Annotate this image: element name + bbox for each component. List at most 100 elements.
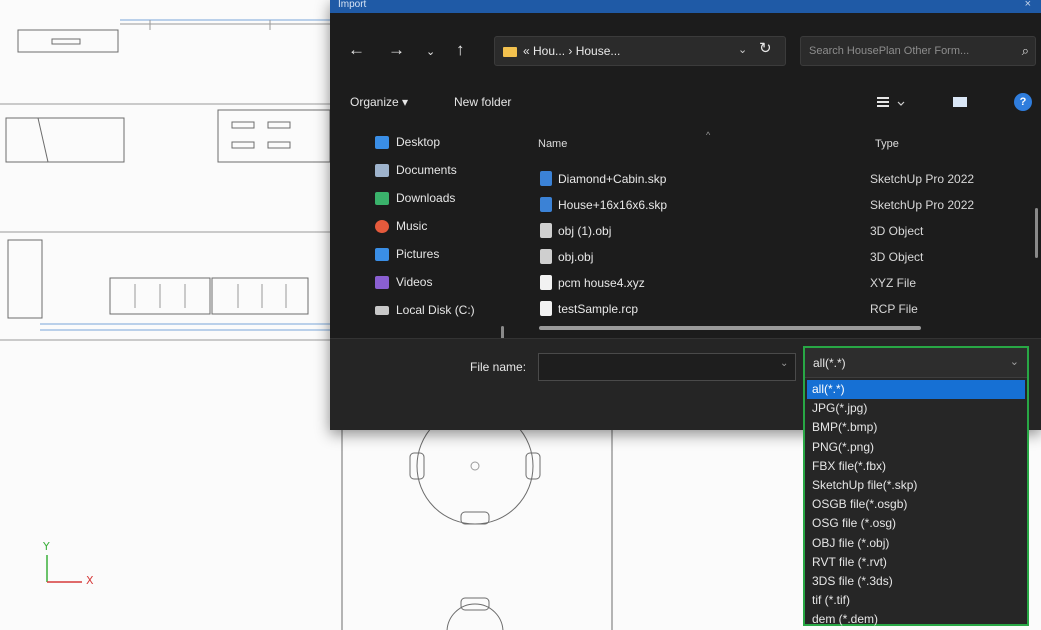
nav-item-local-disk[interactable]: Local Disk (C:) [375, 300, 475, 320]
videos-icon [375, 275, 389, 289]
close-icon[interactable]: × [1025, 0, 1031, 10]
file-type: XYZ File [870, 276, 917, 290]
nav-item-desktop[interactable]: Desktop [375, 132, 440, 152]
axis-y-label: Y [43, 540, 50, 553]
file-type-option[interactable]: FBX file(*.fbx) [807, 457, 1025, 476]
help-icon[interactable]: ? [1014, 93, 1032, 111]
cad-table-center [470, 461, 480, 471]
up-arrow-icon[interactable]: ↑ [456, 40, 465, 60]
file-type-selected-value: all(*.*) [813, 356, 846, 370]
file-row[interactable]: testSample.rcp RCP File [520, 298, 1041, 320]
nav-item-documents[interactable]: Documents [375, 160, 457, 180]
sketchup-file-icon [540, 171, 552, 186]
sketchup-file-icon [540, 197, 552, 212]
command-toolbar: Organize ▾ New folder ? [330, 90, 1041, 118]
vertical-scrollbar[interactable] [1035, 208, 1038, 258]
nav-item-label: Videos [396, 275, 433, 289]
file-type-option[interactable]: BMP(*.bmp) [807, 418, 1025, 437]
navigation-pane: Desktop Documents Downloads Music Pictur… [330, 130, 515, 364]
file-name: Diamond+Cabin.skp [558, 172, 667, 186]
file-name: obj (1).obj [558, 224, 612, 238]
address-bar: ← → ⌄ ↑ « Hou... › House... ⌄ ↻ ⌕ [330, 30, 1041, 70]
nav-item-downloads[interactable]: Downloads [375, 188, 455, 208]
cad-stove [217, 109, 331, 163]
nav-item-music[interactable]: Music [375, 216, 427, 236]
new-folder-button[interactable]: New folder [454, 95, 511, 109]
cad-counter-left [5, 117, 125, 163]
chevron-down-icon[interactable]: ⌄ [738, 43, 747, 56]
nav-item-label: Documents [396, 163, 457, 177]
file-type-option[interactable]: OSG file (*.osg) [807, 514, 1025, 533]
chevron-down-icon[interactable]: ⌄ [780, 358, 788, 369]
dialog-titlebar[interactable]: Import × [330, 0, 1041, 13]
cad-burner [231, 121, 255, 129]
cad-round-table-2 [446, 603, 504, 630]
file-row[interactable]: Diamond+Cabin.skp SketchUp Pro 2022 [520, 168, 1041, 190]
file-type: SketchUp Pro 2022 [870, 172, 975, 186]
nav-item-label: Desktop [396, 135, 441, 149]
music-icon [375, 219, 389, 233]
file-type-option[interactable]: JPG(*.jpg) [807, 399, 1025, 418]
pictures-icon [375, 247, 389, 261]
file-type: RCP File [870, 302, 918, 316]
file-type-option[interactable]: PNG(*.png) [807, 438, 1025, 457]
path-breadcrumb[interactable]: « Hou... › House... ⌄ [494, 36, 786, 66]
breadcrumb-path: « Hou... › House... [523, 44, 621, 58]
cad-burner [267, 141, 291, 149]
nav-item-videos[interactable]: Videos [375, 272, 432, 292]
chevron-down-icon[interactable]: ⌄ [1010, 355, 1019, 368]
file-type: 3D Object [870, 224, 924, 238]
cad-door-swing [37, 117, 49, 163]
file-name-label: File name: [470, 360, 527, 374]
file-type-option[interactable]: SketchUp file(*.skp) [807, 476, 1025, 495]
back-arrow-icon[interactable]: ← [348, 40, 365, 60]
nav-item-label: Music [396, 219, 428, 233]
dialog-title: Import [338, 0, 367, 10]
column-header-name[interactable]: Name [538, 138, 567, 150]
file-name: pcm house4.xyz [558, 276, 645, 290]
file-type-select[interactable]: all(*.*) ⌄ [805, 348, 1027, 378]
organize-button[interactable]: Organize ▾ [350, 95, 408, 109]
file-type-option[interactable]: RVT file (*.rvt) [807, 553, 1025, 572]
downloads-icon [375, 191, 389, 205]
file-type-option[interactable]: all(*.*) [807, 380, 1025, 400]
forward-arrow-icon[interactable]: → [388, 40, 405, 60]
search-box[interactable]: ⌕ [800, 36, 1036, 66]
file-name: testSample.rcp [558, 302, 639, 316]
file-list: ^ Name Type Diamond+Cabin.skp SketchUp P… [520, 130, 1041, 338]
cad-burner [231, 141, 255, 149]
file-type-option[interactable]: dem (*.dem) [807, 610, 1025, 629]
file-type-options: all(*.*) JPG(*.jpg) BMP(*.bmp) PNG(*.png… [807, 380, 1025, 629]
file-type-option[interactable]: tif (*.tif) [807, 591, 1025, 610]
file-name-input[interactable] [538, 353, 796, 381]
recent-chevron-icon[interactable]: ⌄ [426, 42, 435, 62]
axis-x-label: X [86, 574, 94, 587]
view-options-icon[interactable] [876, 94, 910, 112]
file-type-option[interactable]: OSGB file(*.osgb) [807, 495, 1025, 514]
file-row[interactable]: obj.obj 3D Object [520, 246, 1041, 268]
search-input[interactable] [807, 43, 1007, 59]
file-type: 3D Object [870, 250, 924, 264]
folder-icon [503, 47, 517, 57]
preview-pane-icon[interactable] [953, 97, 967, 107]
file-type-option[interactable]: OBJ file (*.obj) [807, 534, 1025, 553]
horizontal-scrollbar[interactable] [539, 326, 921, 330]
refresh-icon[interactable]: ↻ [759, 39, 772, 57]
nav-item-label: Local Disk (C:) [396, 303, 475, 317]
nav-item-label: Pictures [396, 247, 440, 261]
cad-sofa-right [211, 277, 309, 315]
cad-column [7, 239, 43, 319]
file-row[interactable]: pcm house4.xyz XYZ File [520, 272, 1041, 294]
search-icon[interactable]: ⌕ [1022, 43, 1029, 59]
obj-file-icon [540, 249, 552, 264]
file-row[interactable]: House+16x16x6.skp SketchUp Pro 2022 [520, 194, 1041, 216]
column-header-type[interactable]: Type [875, 138, 899, 150]
cad-cabinet-top [17, 29, 119, 53]
file-row[interactable]: obj (1).obj 3D Object [520, 220, 1041, 242]
file-type: SketchUp Pro 2022 [870, 198, 975, 212]
file-name: House+16x16x6.skp [558, 198, 668, 212]
nav-item-pictures[interactable]: Pictures [375, 244, 439, 264]
file-type-option[interactable]: 3DS file (*.3ds) [807, 572, 1025, 591]
file-type-dropdown: all(*.*) ⌄ all(*.*) JPG(*.jpg) BMP(*.bmp… [803, 346, 1029, 626]
obj-file-icon [540, 223, 552, 238]
